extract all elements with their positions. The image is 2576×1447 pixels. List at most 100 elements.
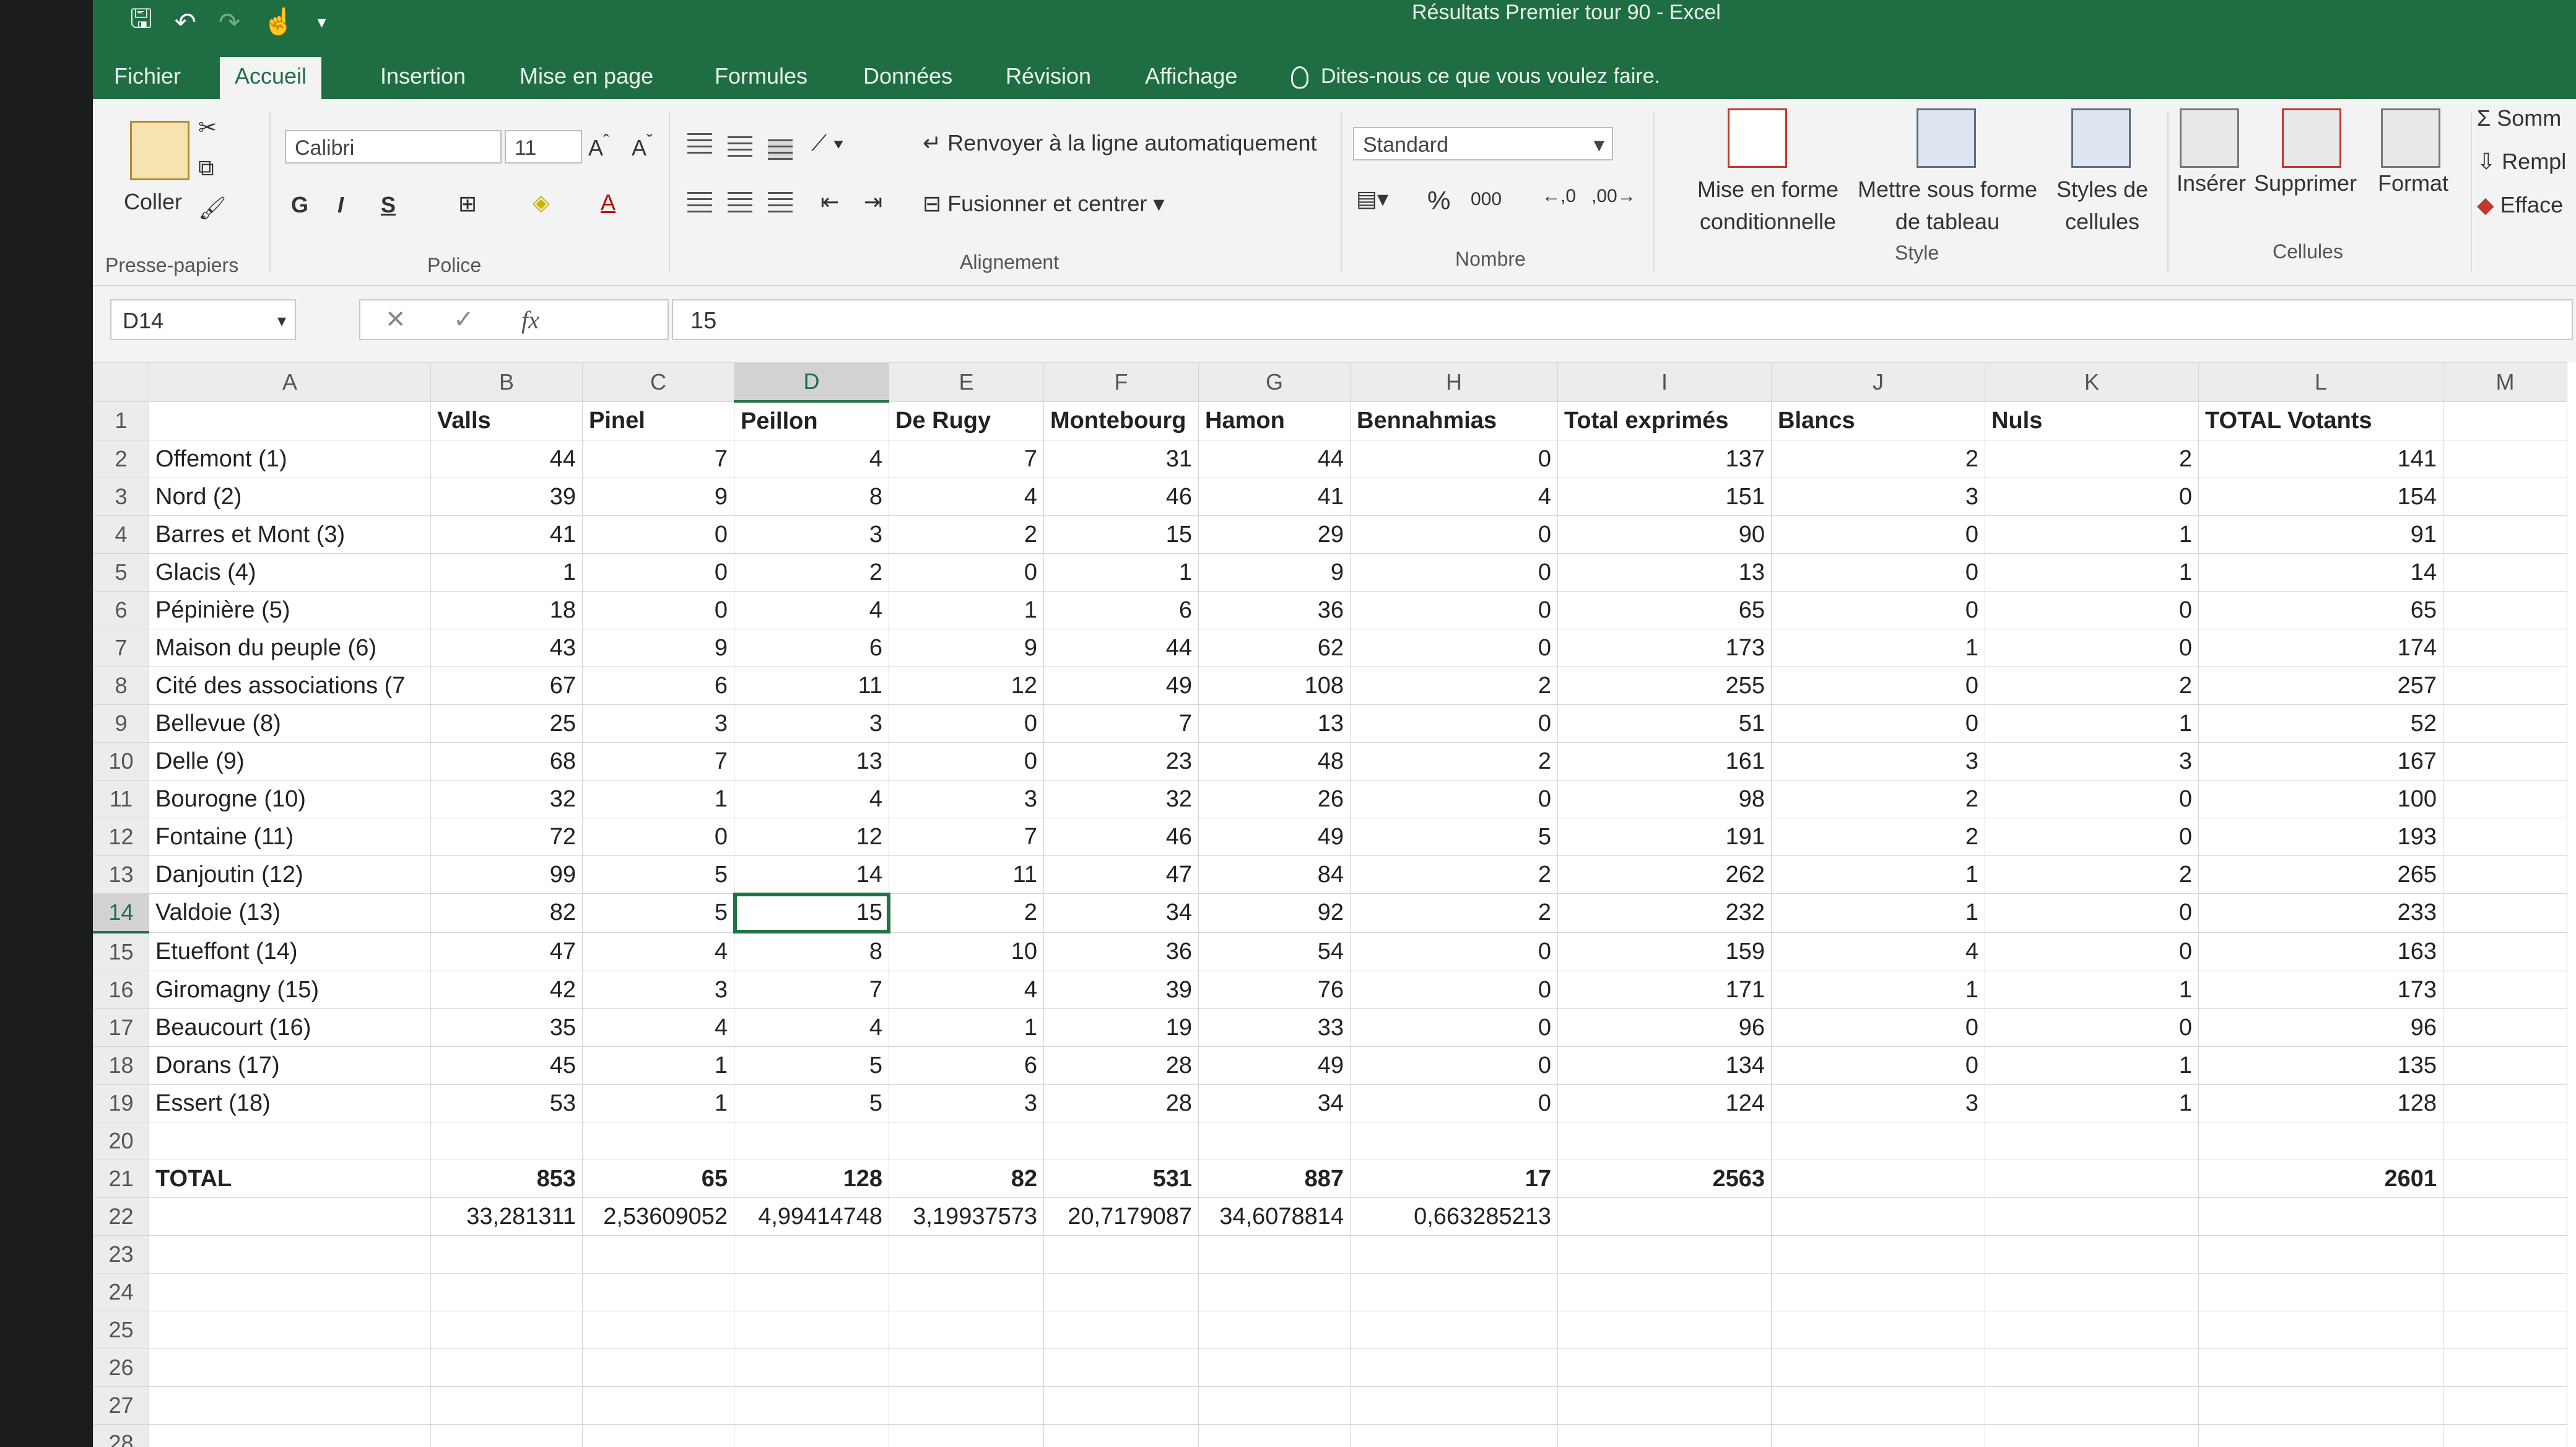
- value-cell[interactable]: 6: [1043, 591, 1199, 629]
- value-cell[interactable]: 76: [1198, 971, 1351, 1009]
- value-cell[interactable]: 1: [430, 553, 583, 592]
- empty-cell[interactable]: [734, 1386, 889, 1425]
- bureau-name-cell[interactable]: Cité des associations (7: [149, 667, 431, 705]
- empty-cell[interactable]: [1771, 1424, 1985, 1447]
- value-cell[interactable]: 14: [734, 855, 889, 894]
- empty-cell[interactable]: [430, 1424, 583, 1447]
- value-cell[interactable]: 5: [1350, 818, 1558, 856]
- copy-icon[interactable]: ⧉: [198, 155, 214, 181]
- thousands-button[interactable]: 000: [1471, 189, 1502, 210]
- empty-cell[interactable]: [1557, 1235, 1772, 1274]
- column-header-f[interactable]: F: [1043, 362, 1199, 402]
- empty-cell[interactable]: [582, 1273, 734, 1311]
- value-cell[interactable]: 0: [1350, 932, 1558, 971]
- format-painter-icon[interactable]: 🖌: [198, 195, 227, 221]
- empty-cell[interactable]: [2443, 1008, 2567, 1047]
- value-cell[interactable]: 1: [1985, 1084, 2199, 1122]
- value-cell[interactable]: 0: [1771, 553, 1985, 592]
- increase-indent-icon[interactable]: ⇥: [864, 189, 882, 215]
- empty-cell[interactable]: [1043, 1349, 1199, 1387]
- percent-cell[interactable]: 3,19937573: [889, 1197, 1044, 1236]
- value-cell[interactable]: 15: [733, 892, 890, 933]
- align-left-icon[interactable]: [687, 192, 712, 213]
- column-header-d[interactable]: D: [734, 362, 889, 403]
- value-cell[interactable]: 191: [1557, 818, 1772, 856]
- empty-cell[interactable]: [1771, 1235, 1985, 1274]
- value-cell[interactable]: 3: [1771, 742, 1985, 780]
- value-cell[interactable]: 23: [1043, 742, 1199, 780]
- value-cell[interactable]: 26: [1198, 780, 1351, 818]
- empty-cell[interactable]: [2443, 1046, 2567, 1085]
- value-cell[interactable]: 3: [889, 1084, 1044, 1122]
- bureau-name-cell[interactable]: Bellevue (8): [149, 704, 431, 743]
- value-cell[interactable]: 0: [1350, 440, 1558, 478]
- paste-icon[interactable]: [130, 121, 189, 180]
- empty-cell[interactable]: [1350, 1386, 1558, 1425]
- insert-cells-icon[interactable]: [2180, 108, 2239, 168]
- value-cell[interactable]: 12: [889, 667, 1044, 705]
- row-header[interactable]: 2: [93, 440, 149, 478]
- empty-cell[interactable]: [1043, 1273, 1199, 1311]
- column-label-cell[interactable]: Peillon: [734, 401, 889, 440]
- empty-cell[interactable]: [149, 1273, 431, 1311]
- empty-cell[interactable]: [2443, 667, 2567, 705]
- empty-cell[interactable]: [149, 1311, 431, 1349]
- value-cell[interactable]: 41: [1198, 478, 1351, 516]
- row-header[interactable]: 28: [93, 1424, 149, 1447]
- value-cell[interactable]: 1: [1771, 971, 1985, 1009]
- empty-cell[interactable]: [1985, 1386, 2199, 1425]
- value-cell[interactable]: 3: [1771, 1084, 1985, 1122]
- value-cell[interactable]: 9: [582, 629, 734, 667]
- value-cell[interactable]: 2: [734, 553, 889, 592]
- touch-mode-icon[interactable]: ☝: [263, 7, 295, 37]
- value-cell[interactable]: 82: [430, 893, 583, 933]
- value-cell[interactable]: 233: [2198, 893, 2443, 933]
- value-cell[interactable]: 13: [1198, 704, 1351, 743]
- value-cell[interactable]: 108: [1198, 667, 1351, 705]
- save-icon[interactable]: 🖫: [130, 0, 152, 44]
- bureau-name-cell[interactable]: Danjoutin (12): [149, 855, 431, 894]
- empty-cell[interactable]: [734, 1424, 889, 1447]
- value-cell[interactable]: 4: [1771, 932, 1985, 971]
- value-cell[interactable]: 2: [1350, 742, 1558, 780]
- empty-cell[interactable]: [2198, 1122, 2443, 1160]
- empty-cell[interactable]: [582, 1424, 734, 1447]
- bureau-name-cell[interactable]: Barres et Mont (3): [149, 515, 431, 554]
- empty-cell[interactable]: [734, 1273, 889, 1311]
- value-cell[interactable]: 159: [1557, 932, 1772, 971]
- empty-cell[interactable]: [2198, 1311, 2443, 1349]
- value-cell[interactable]: 0: [1771, 591, 1985, 629]
- value-cell[interactable]: 0: [1985, 478, 2199, 516]
- value-cell[interactable]: 1: [582, 1084, 734, 1122]
- value-cell[interactable]: 1: [1771, 855, 1985, 894]
- value-cell[interactable]: 11: [734, 667, 889, 705]
- empty-cell[interactable]: [149, 1235, 431, 1274]
- number-format-select[interactable]: Standard ▾: [1353, 127, 1613, 160]
- value-cell[interactable]: 19: [1043, 1008, 1199, 1047]
- value-cell[interactable]: 2: [1350, 855, 1558, 894]
- italic-button[interactable]: I: [337, 192, 344, 218]
- value-cell[interactable]: 0: [1350, 515, 1558, 554]
- delete-button[interactable]: Supprimer: [2254, 170, 2357, 196]
- value-cell[interactable]: 257: [2198, 667, 2443, 705]
- empty-cell[interactable]: [734, 1122, 889, 1160]
- value-cell[interactable]: 4: [1350, 478, 1558, 516]
- bureau-name-cell[interactable]: Pépinière (5): [149, 591, 431, 629]
- value-cell[interactable]: 232: [1557, 893, 1772, 933]
- column-label-cell[interactable]: Bennahmias: [1350, 401, 1558, 440]
- column-label-cell[interactable]: Total exprimés: [1557, 401, 1772, 440]
- value-cell[interactable]: 0: [1350, 629, 1558, 667]
- empty-cell[interactable]: [889, 1386, 1044, 1425]
- fill-color-icon[interactable]: ◈: [533, 190, 550, 216]
- align-middle-icon[interactable]: [728, 136, 752, 157]
- font-name-select[interactable]: Calibri: [285, 130, 502, 164]
- value-cell[interactable]: 137: [1557, 440, 1772, 478]
- empty-cell[interactable]: [430, 1273, 583, 1311]
- align-bottom-icon[interactable]: [768, 139, 793, 160]
- value-cell[interactable]: 9: [889, 629, 1044, 667]
- column-header-l[interactable]: L: [2198, 362, 2443, 402]
- row-header[interactable]: 1: [93, 401, 149, 440]
- value-cell[interactable]: 34: [1198, 1084, 1351, 1122]
- clear-button[interactable]: ◆ Efface: [2477, 192, 2563, 218]
- row-header[interactable]: 14: [93, 893, 149, 933]
